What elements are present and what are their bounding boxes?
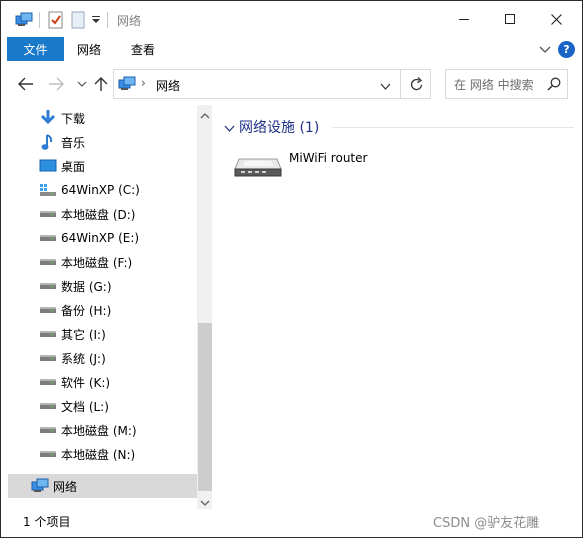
refresh-icon[interactable] bbox=[410, 76, 424, 95]
drive-icon bbox=[39, 205, 57, 223]
tab-view[interactable]: 查看 bbox=[131, 37, 155, 61]
nav-item-label: 本地磁盘 (F:) bbox=[61, 255, 133, 270]
maximize-button[interactable] bbox=[487, 1, 533, 37]
breadcrumb-separator[interactable]: › bbox=[141, 76, 146, 90]
system-drive-icon bbox=[39, 181, 57, 199]
search-icon[interactable] bbox=[547, 77, 561, 94]
network-device-item[interactable]: MiWiFi router bbox=[233, 149, 383, 185]
nav-item-music[interactable]: 音乐 bbox=[8, 130, 198, 154]
nav-item-label: 下载 bbox=[61, 111, 86, 126]
nav-item-label: 64WinXP (C:) bbox=[61, 183, 140, 197]
divider bbox=[39, 10, 41, 30]
nav-item-label: 64WinXP (E:) bbox=[61, 231, 140, 245]
drive-icon bbox=[39, 349, 57, 367]
drive-icon bbox=[39, 277, 57, 295]
drive-icon bbox=[39, 445, 57, 463]
nav-item-label: 本地磁盘 (M:) bbox=[61, 423, 137, 438]
network-app-icon bbox=[15, 10, 33, 30]
nav-item-drive-e[interactable]: 64WinXP (E:) bbox=[8, 226, 198, 250]
drive-icon bbox=[39, 253, 57, 271]
file-explorer-window: 网络 文件 网络 查看 ? › 网络 在 网络 中搜索 下载 音乐 桌面 64W… bbox=[0, 0, 583, 538]
nav-item-drive-f[interactable]: 本地磁盘 (F:) bbox=[8, 250, 198, 274]
help-button[interactable]: ? bbox=[558, 41, 575, 58]
customize-toolbar-icon[interactable] bbox=[91, 10, 101, 30]
nav-item-label: 本地磁盘 (D:) bbox=[61, 207, 136, 222]
nav-item-drive-l[interactable]: 文档 (L:) bbox=[8, 394, 198, 418]
address-bar[interactable]: › 网络 bbox=[113, 69, 431, 99]
group-title: 网络设施 (1) bbox=[239, 120, 320, 136]
nav-item-downloads[interactable]: 下载 bbox=[8, 106, 198, 130]
collapse-chevron-icon[interactable] bbox=[224, 122, 235, 136]
drive-icon bbox=[39, 229, 57, 247]
router-icon bbox=[233, 153, 283, 184]
nav-item-label: 本地磁盘 (N:) bbox=[61, 447, 136, 462]
new-folder-icon[interactable] bbox=[71, 10, 85, 30]
nav-item-label: 系统 (J:) bbox=[61, 351, 106, 366]
divider bbox=[400, 70, 401, 98]
nav-item-label: 其它 (I:) bbox=[61, 327, 106, 342]
nav-item-label: 数据 (G:) bbox=[61, 279, 112, 294]
window-title: 网络 bbox=[117, 14, 142, 28]
nav-scroll-thumb[interactable] bbox=[198, 323, 212, 491]
watermark: CSDN @驴友花雕 bbox=[433, 516, 540, 531]
drive-icon bbox=[39, 301, 57, 319]
nav-item-desktop[interactable]: 桌面 bbox=[8, 154, 198, 178]
drive-icon bbox=[39, 325, 57, 343]
nav-item-drive-g[interactable]: 数据 (G:) bbox=[8, 274, 198, 298]
status-item-count: 1 个项目 bbox=[23, 515, 71, 529]
desktop-icon bbox=[39, 157, 57, 175]
network-location-icon bbox=[118, 76, 136, 95]
group-header[interactable]: 网络设施 (1) bbox=[224, 117, 574, 137]
nav-item-drive-j[interactable]: 系统 (J:) bbox=[8, 346, 198, 370]
divider bbox=[332, 127, 574, 128]
network-icon bbox=[31, 477, 49, 495]
navigation-pane: 下载 音乐 桌面 64WinXP (C:) 本地磁盘 (D:) 64WinXP … bbox=[8, 105, 213, 509]
forward-button[interactable] bbox=[47, 75, 65, 93]
close-button[interactable] bbox=[533, 1, 579, 37]
address-history-chevron-icon[interactable] bbox=[380, 80, 391, 94]
back-button[interactable] bbox=[17, 75, 35, 93]
drive-icon bbox=[39, 421, 57, 439]
nav-item-drive-i[interactable]: 其它 (I:) bbox=[8, 322, 198, 346]
tab-network[interactable]: 网络 bbox=[77, 37, 101, 61]
up-button[interactable] bbox=[92, 75, 110, 93]
nav-item-drive-h[interactable]: 备份 (H:) bbox=[8, 298, 198, 322]
nav-item-label: 备份 (H:) bbox=[61, 303, 112, 318]
nav-item-label: 桌面 bbox=[61, 159, 86, 174]
nav-item-label: 文档 (L:) bbox=[61, 399, 109, 414]
nav-item-label: 网络 bbox=[53, 479, 78, 494]
search-box[interactable] bbox=[445, 69, 568, 99]
properties-icon[interactable] bbox=[48, 10, 64, 30]
title-bar: 网络 bbox=[1, 1, 582, 37]
breadcrumb[interactable]: 网络 bbox=[156, 77, 180, 94]
nav-item-network[interactable]: 网络 bbox=[8, 474, 198, 498]
scroll-up-arrow-icon[interactable] bbox=[200, 109, 210, 123]
device-label: MiWiFi router bbox=[289, 151, 368, 165]
minimize-button[interactable] bbox=[441, 1, 487, 37]
recent-locations-chevron-icon[interactable] bbox=[73, 75, 91, 93]
download-icon bbox=[39, 109, 57, 127]
drive-icon bbox=[39, 397, 57, 415]
ribbon-tabs: 文件 网络 查看 ? bbox=[1, 37, 582, 61]
scroll-down-arrow-icon[interactable] bbox=[200, 496, 210, 510]
drive-icon bbox=[39, 373, 57, 391]
music-icon bbox=[39, 133, 57, 151]
tab-file[interactable]: 文件 bbox=[7, 37, 64, 61]
nav-item-drive-c[interactable]: 64WinXP (C:) bbox=[8, 178, 198, 202]
nav-item-drive-n[interactable]: 本地磁盘 (N:) bbox=[8, 442, 198, 466]
nav-item-drive-d[interactable]: 本地磁盘 (D:) bbox=[8, 202, 198, 226]
nav-item-drive-k[interactable]: 软件 (K:) bbox=[8, 370, 198, 394]
nav-item-label: 软件 (K:) bbox=[61, 375, 111, 390]
expand-ribbon-chevron-icon[interactable] bbox=[539, 44, 551, 58]
divider bbox=[107, 10, 109, 30]
nav-item-label: 音乐 bbox=[61, 135, 86, 150]
nav-item-drive-m[interactable]: 本地磁盘 (M:) bbox=[8, 418, 198, 442]
search-input[interactable] bbox=[454, 77, 544, 93]
